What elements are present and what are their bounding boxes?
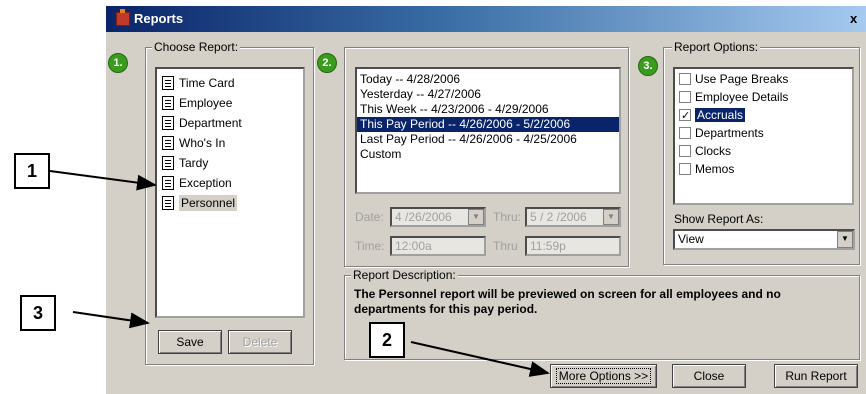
show-report-as-label: Show Report As: — [674, 212, 764, 226]
period-item-custom[interactable]: Custom — [357, 147, 619, 162]
report-item-label: Department — [179, 116, 242, 130]
document-icon — [162, 96, 174, 110]
title-bar: Reports x — [106, 6, 866, 32]
thru-label: Thru: — [493, 210, 522, 224]
option-employee-details[interactable]: Employee Details — [675, 88, 852, 106]
delete-button-label: Delete — [242, 335, 278, 349]
save-button[interactable]: Save — [158, 330, 222, 354]
date-label: Date: — [355, 210, 384, 224]
show-report-as-select[interactable]: View ▼ — [673, 229, 855, 250]
thru-date-value: 5 / 2 /2006 — [530, 210, 587, 224]
checkbox[interactable] — [679, 163, 691, 175]
close-button-label: Close — [693, 369, 725, 383]
option-label: Accruals — [695, 108, 746, 122]
thru-time-field[interactable]: 11:59p — [525, 236, 621, 256]
report-item-label: Tardy — [179, 156, 209, 170]
chevron-down-icon[interactable]: ▼ — [603, 209, 619, 225]
report-description-legend: Report Description: — [351, 268, 458, 282]
document-icon — [162, 76, 174, 90]
report-item-label: Who's In — [179, 136, 226, 150]
reports-window: Reports x 1. Choose Report: Time Card Em… — [106, 6, 866, 394]
option-label: Clocks — [695, 144, 732, 158]
date-value: 4 /26/2006 — [395, 210, 452, 224]
report-list[interactable]: Time Card Employee Department Who's In T… — [155, 67, 305, 318]
option-accruals[interactable]: Accruals — [675, 106, 852, 125]
period-item-yesterday[interactable]: Yesterday -- 4/27/2006 — [357, 87, 619, 102]
checkbox[interactable] — [679, 145, 691, 157]
callout-1: 1 — [14, 153, 50, 189]
document-icon — [162, 176, 174, 190]
callout-2: 2 — [369, 322, 405, 358]
option-label: Departments — [695, 126, 764, 140]
callout-3: 3 — [20, 295, 56, 331]
document-icon — [162, 196, 174, 210]
thru-time-value: 11:59p — [530, 239, 566, 253]
more-options-label: More Options >> — [555, 368, 652, 384]
run-report-button-label: Run Report — [785, 369, 847, 383]
chevron-down-icon[interactable]: ▼ — [837, 231, 853, 248]
choose-report-legend: Choose Report: — [152, 40, 241, 54]
report-item-tardy[interactable]: Tardy — [157, 153, 303, 173]
time-value: 12:00a — [395, 239, 432, 253]
option-memos[interactable]: Memos — [675, 160, 852, 178]
save-button-label: Save — [176, 335, 204, 349]
thru-time-label: Thru — [493, 239, 518, 253]
app-icon — [116, 9, 130, 26]
period-group: Today -- 4/28/2006 Yesterday -- 4/27/200… — [344, 47, 629, 267]
period-item-this-pay-period[interactable]: This Pay Period -- 4/26/2006 - 5/2/2006 — [357, 117, 619, 132]
report-item-time-card[interactable]: Time Card — [157, 73, 303, 93]
more-options-button[interactable]: More Options >> — [550, 364, 657, 388]
report-options-legend: Report Options: — [672, 40, 761, 54]
chevron-down-icon[interactable]: ▼ — [468, 209, 484, 225]
period-item-this-week[interactable]: This Week -- 4/23/2006 - 4/29/2006 — [357, 102, 619, 117]
document-icon — [162, 116, 174, 130]
time-field[interactable]: 12:00a — [390, 236, 486, 256]
choose-report-group: Choose Report: Time Card Employee Depart… — [145, 40, 314, 365]
report-item-department[interactable]: Department — [157, 113, 303, 133]
report-options-list[interactable]: Use Page Breaks Employee Details Accrual… — [673, 67, 854, 205]
thru-date-field[interactable]: 5 / 2 /2006 ▼ — [525, 207, 621, 227]
period-item-last-pay-period[interactable]: Last Pay Period -- 4/26/2006 - 4/25/2006 — [357, 132, 619, 147]
show-report-as-value: View — [678, 232, 704, 246]
close-button[interactable]: Close — [672, 364, 746, 388]
report-item-label: Employee — [179, 96, 233, 110]
close-icon[interactable]: x — [850, 11, 857, 26]
option-label: Use Page Breaks — [695, 72, 789, 86]
checkbox[interactable] — [679, 91, 691, 103]
step-2-badge: 2. — [317, 53, 337, 73]
delete-button[interactable]: Delete — [228, 330, 292, 354]
option-departments[interactable]: Departments — [675, 124, 852, 142]
period-item-today[interactable]: Today -- 4/28/2006 — [357, 72, 619, 87]
step-1-badge: 1. — [108, 53, 128, 73]
document-icon — [162, 136, 174, 150]
step-3-badge: 3. — [638, 56, 658, 76]
report-item-employee[interactable]: Employee — [157, 93, 303, 113]
period-list[interactable]: Today -- 4/28/2006 Yesterday -- 4/27/200… — [355, 67, 621, 194]
option-clocks[interactable]: Clocks — [675, 142, 852, 160]
option-use-page-breaks[interactable]: Use Page Breaks — [675, 70, 852, 88]
report-description-group: Report Description: The Personnel report… — [344, 268, 860, 360]
document-icon — [162, 156, 174, 170]
date-field[interactable]: 4 /26/2006 ▼ — [390, 207, 486, 227]
option-label: Memos — [695, 162, 735, 176]
report-item-label: Time Card — [179, 76, 235, 90]
report-item-whos-in[interactable]: Who's In — [157, 133, 303, 153]
report-item-label: Exception — [179, 176, 232, 190]
report-item-exception[interactable]: Exception — [157, 173, 303, 193]
time-label: Time: — [355, 239, 385, 253]
option-label: Employee Details — [695, 90, 789, 104]
report-options-group: Report Options: Use Page Breaks Employee… — [663, 40, 860, 265]
report-item-label: Personnel — [179, 195, 238, 211]
checkbox[interactable] — [679, 127, 691, 139]
report-description-text: The Personnel report will be previewed o… — [354, 287, 781, 316]
report-item-personnel[interactable]: Personnel — [157, 193, 303, 213]
checkbox[interactable] — [679, 73, 691, 85]
run-report-button[interactable]: Run Report — [774, 364, 858, 388]
checkbox-checked[interactable] — [679, 107, 691, 125]
window-title: Reports — [134, 11, 184, 26]
